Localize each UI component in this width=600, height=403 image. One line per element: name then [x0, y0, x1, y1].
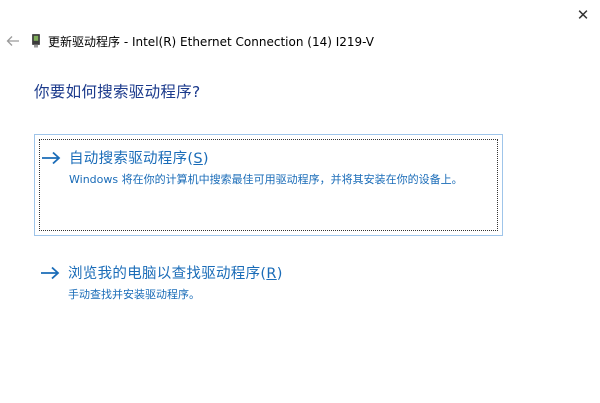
- auto-search-description: Windows 将在你的计算机中搜索最佳可用驱动程序，并将其安装在你的设备上。: [69, 173, 463, 186]
- browse-computer-option[interactable]: 浏览我的电脑以查找驱动程序(R) 手动查找并安装驱动程序。: [40, 262, 283, 302]
- auto-search-option[interactable]: 自动搜索驱动程序(S) Windows 将在你的计算机中搜索最佳可用驱动程序，并…: [34, 134, 503, 236]
- back-button[interactable]: [4, 32, 22, 50]
- dialog-titlebar: 更新驱动程序 - Intel(R) Ethernet Connection (1…: [0, 31, 560, 51]
- close-icon: ✕: [576, 5, 590, 24]
- right-arrow-icon: [40, 265, 62, 281]
- right-arrow-icon: [41, 150, 63, 166]
- dialog-title: 更新驱动程序 - Intel(R) Ethernet Connection (1…: [48, 34, 374, 49]
- auto-search-title: 自动搜索驱动程序(S): [69, 151, 209, 167]
- page-heading: 你要如何搜索驱动程序?: [34, 83, 201, 101]
- back-arrow-icon: [6, 36, 19, 46]
- browse-computer-description: 手动查找并安装驱动程序。: [68, 288, 200, 301]
- close-button[interactable]: ✕: [566, 0, 600, 30]
- device-icon: [32, 34, 42, 48]
- browse-computer-title: 浏览我的电脑以查找驱动程序(R): [68, 266, 283, 282]
